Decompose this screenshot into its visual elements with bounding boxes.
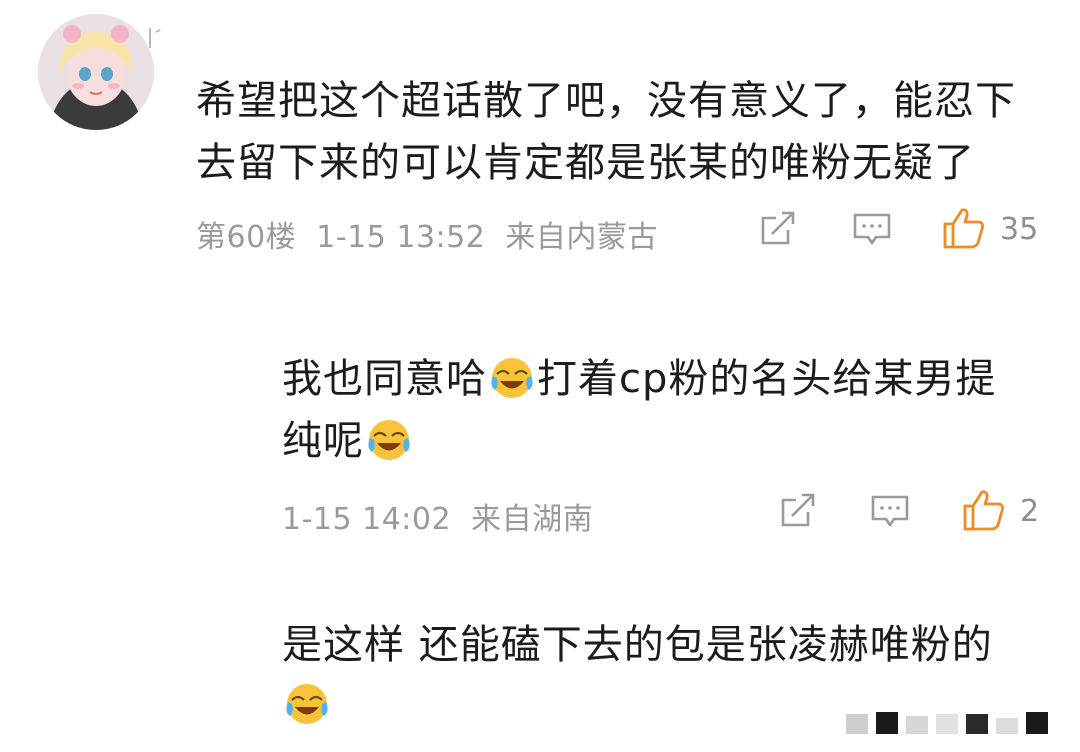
avatar-image (38, 14, 154, 130)
main-comment-line-2: 去留下来的可以肯定都是张某的唯粉无疑了 (196, 140, 975, 186)
reply-location: 来自湖南 (471, 502, 594, 537)
reply-2-line-2 (282, 674, 332, 736)
thumbs-up-icon[interactable] (962, 488, 1006, 532)
comment-icon[interactable] (870, 494, 910, 530)
comment-time: 1-15 13:52 (316, 220, 486, 255)
reply-time: 1-15 14:02 (282, 502, 452, 537)
share-icon[interactable] (758, 210, 798, 248)
avatar[interactable] (38, 14, 154, 130)
comment-location: 来自内蒙古 (505, 220, 658, 255)
reply-1-text-a: 我也同意哈 (282, 356, 487, 402)
reply-1-line-2: 纯呢 (282, 410, 414, 472)
share-icon[interactable] (778, 492, 818, 530)
thumbs-up-icon[interactable] (942, 206, 986, 250)
reply-2-line-1: 是这样 还能磕下去的包是张凌赫唯粉的 (282, 622, 993, 668)
laughing-crying-emoji-icon (366, 416, 412, 462)
laughing-crying-emoji-icon (284, 680, 330, 726)
like-count: 2 (1020, 494, 1040, 529)
laughing-crying-emoji-icon (489, 354, 535, 400)
reply-1-meta: 1-15 14:02 来自湖南 (282, 494, 593, 538)
like-count: 35 (1000, 212, 1039, 247)
blurred-watermark (832, 694, 1062, 740)
comment-icon[interactable] (852, 212, 892, 248)
avatar-badge-mark (149, 28, 161, 48)
reply-1-text-b: 打着cp粉的名头给某男提 (537, 356, 997, 402)
reply-1-text-c: 纯呢 (282, 418, 364, 464)
reply-1-line-1: 我也同意哈 打着cp粉的名头给某男提 (282, 348, 996, 410)
main-comment-line-1: 希望把这个超话散了吧，没有意义了，能忍下 (196, 78, 1016, 124)
floor-number: 第60楼 (196, 220, 297, 255)
main-comment-meta: 第60楼 1-15 13:52 来自内蒙古 (196, 212, 658, 256)
